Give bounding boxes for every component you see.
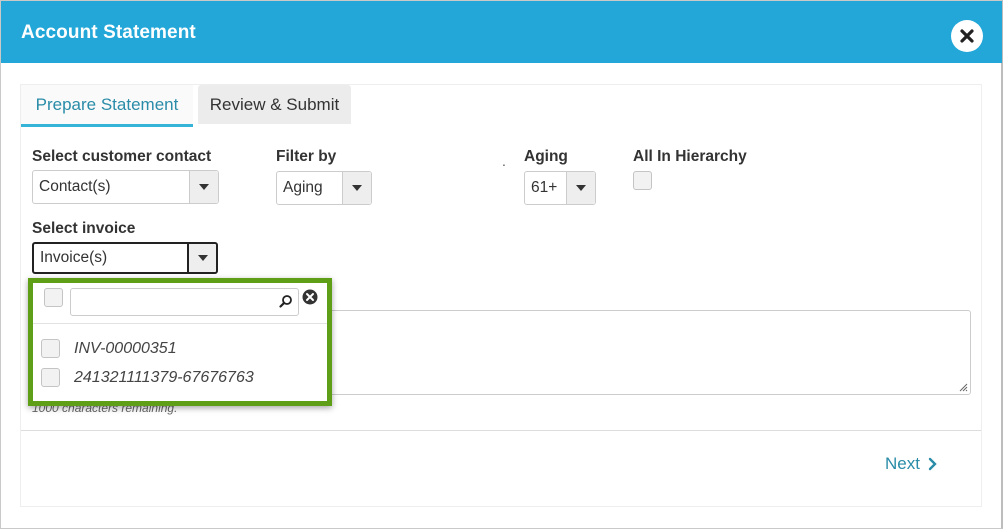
aging-label: Aging (524, 148, 568, 165)
chevron-down-icon (187, 244, 216, 272)
filter-by-select[interactable]: Aging (276, 171, 372, 205)
next-button[interactable]: Next (885, 454, 937, 474)
chevron-down-icon (189, 171, 218, 203)
aging-value: 61+ (531, 179, 558, 196)
customer-contact-select[interactable]: Contact(s) (32, 170, 219, 204)
resize-grip-icon[interactable] (958, 382, 968, 392)
invoice-option-label: 241321111379-67676763 (74, 369, 254, 386)
aging-select[interactable]: 61+ (524, 171, 596, 205)
filter-by-label: Filter by (276, 148, 337, 165)
tab-prepare-statement[interactable]: Prepare Statement (21, 85, 193, 127)
customer-contact-label: Select customer contact (32, 148, 212, 165)
invoice-option[interactable]: INV-00000351 (33, 335, 327, 363)
invoice-option-label: INV-00000351 (74, 340, 177, 357)
filter-by-value: Aging (283, 179, 323, 196)
invoice-value: Invoice(s) (40, 249, 108, 266)
chevron-down-icon (566, 172, 595, 204)
invoice-option-checkbox[interactable] (41, 368, 60, 387)
dropdown-header (33, 283, 327, 324)
modal-header: Account Statement (1, 1, 1002, 63)
invoice-option-checkbox[interactable] (41, 339, 60, 358)
footer-divider (21, 430, 981, 431)
close-button[interactable] (951, 20, 983, 52)
search-icon (279, 295, 292, 308)
invoice-search-input[interactable] (70, 288, 299, 316)
tab-review-submit[interactable]: Review & Submit (198, 85, 351, 124)
all-in-hierarchy-label: All In Hierarchy (633, 148, 747, 165)
select-all-checkbox[interactable] (44, 288, 63, 307)
next-label: Next (885, 454, 920, 473)
clear-search-icon[interactable] (302, 289, 318, 305)
invoice-search-field[interactable] (75, 289, 275, 313)
chevron-right-icon (928, 457, 937, 471)
close-icon (960, 29, 974, 43)
all-in-hierarchy-checkbox[interactable] (633, 171, 652, 190)
invoice-select[interactable]: Invoice(s) (32, 242, 218, 274)
invoice-label: Select invoice (32, 220, 136, 237)
chevron-down-icon (342, 172, 371, 204)
separator-dot: . (502, 153, 506, 169)
invoice-option[interactable]: 241321111379-67676763 (33, 364, 327, 392)
invoice-dropdown: INV-00000351 241321111379-67676763 (28, 278, 332, 406)
modal-title: Account Statement (21, 22, 196, 43)
customer-contact-value: Contact(s) (39, 178, 111, 195)
